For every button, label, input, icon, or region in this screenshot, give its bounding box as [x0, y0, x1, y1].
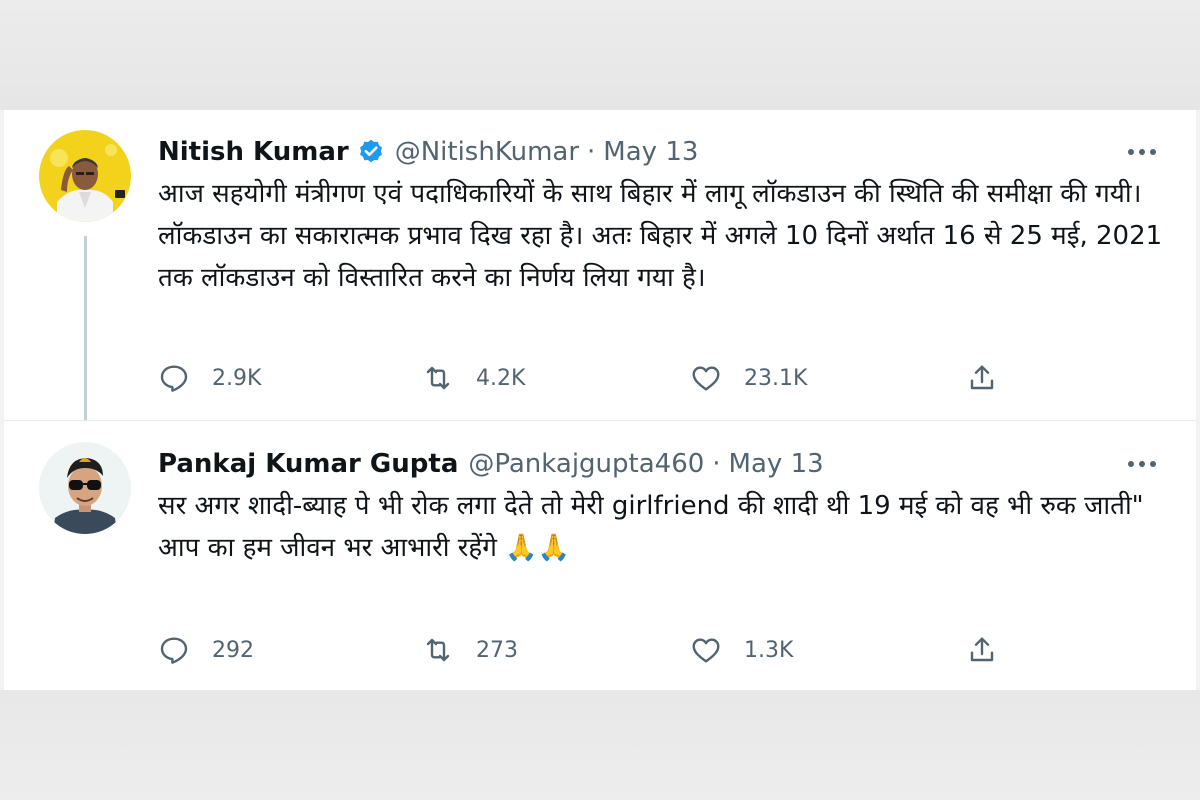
- share-icon: [966, 634, 998, 666]
- reply-bubble-icon: [158, 362, 190, 394]
- tweet-text-line: आज सहयोगी मंत्रीगण एवं पदाधिकारियों के स…: [158, 179, 1163, 293]
- display-name[interactable]: Nitish Kumar: [158, 137, 349, 167]
- reply-count: 2.9K: [212, 365, 262, 391]
- heart-icon: [690, 362, 722, 394]
- heart-icon: [690, 634, 722, 666]
- retweet-count: 273: [476, 637, 518, 663]
- tweet-text: आज सहयोगी मंत्रीगण एवं पदाधिकारियों के स…: [158, 173, 1168, 299]
- like-button[interactable]: 1.3K: [690, 632, 793, 668]
- tweet-date[interactable]: May 13: [729, 449, 824, 479]
- politician-portrait-avatar-icon: [39, 130, 131, 222]
- tweet-text-line: सर अगर शादी-ब्याह पे भी रोक लगा देते तो …: [158, 491, 1144, 521]
- separator-dot: ·: [587, 137, 596, 167]
- like-count: 1.3K: [744, 637, 794, 663]
- retweet-button[interactable]: 273: [422, 632, 518, 668]
- man-with-sunglasses-avatar-icon: [39, 442, 131, 534]
- tweet-text-line: आप का हम जीवन भर आभारी रहेंगे 🙏🙏: [158, 533, 570, 563]
- avatar[interactable]: [39, 442, 131, 534]
- display-name[interactable]: Pankaj Kumar Gupta: [158, 449, 458, 479]
- share-button[interactable]: [966, 632, 998, 668]
- more-dots-icon: [1128, 149, 1156, 155]
- user-handle[interactable]: @Pankajgupta460: [468, 449, 704, 479]
- tweet-header: Pankaj Kumar Gupta @Pankajgupta460 · May…: [158, 444, 824, 484]
- tweet-text: सर अगर शादी-ब्याह पे भी रोक लगा देते तो …: [158, 485, 1168, 569]
- tweet-thread-card: Nitish Kumar @NitishKumar · May 13 आज सह…: [4, 110, 1196, 690]
- retweet-icon: [422, 362, 454, 394]
- more-dots-icon: [1128, 461, 1156, 467]
- tweet-date[interactable]: May 13: [603, 137, 698, 167]
- avatar[interactable]: [39, 130, 131, 222]
- reply-count: 292: [212, 637, 254, 663]
- like-button[interactable]: 23.1K: [690, 360, 807, 396]
- like-count: 23.1K: [744, 365, 808, 391]
- more-options-button[interactable]: [1120, 450, 1164, 478]
- retweet-icon: [422, 634, 454, 666]
- retweet-button[interactable]: 4.2K: [422, 360, 525, 396]
- reply-bubble-icon: [158, 634, 190, 666]
- thread-connector-line: [84, 236, 87, 420]
- tweet-divider: [4, 420, 1196, 421]
- reply-button[interactable]: 292: [158, 632, 254, 668]
- more-options-button[interactable]: [1120, 138, 1164, 166]
- tweet-header: Nitish Kumar @NitishKumar · May 13: [158, 132, 698, 172]
- retweet-count: 4.2K: [476, 365, 526, 391]
- verified-badge-icon: [357, 138, 385, 166]
- share-button[interactable]: [966, 360, 998, 396]
- top-background: [0, 0, 1200, 110]
- share-icon: [966, 362, 998, 394]
- user-handle[interactable]: @NitishKumar: [395, 137, 579, 167]
- reply-button[interactable]: 2.9K: [158, 360, 261, 396]
- bottom-background: [0, 690, 1200, 800]
- separator-dot: ·: [712, 449, 721, 479]
